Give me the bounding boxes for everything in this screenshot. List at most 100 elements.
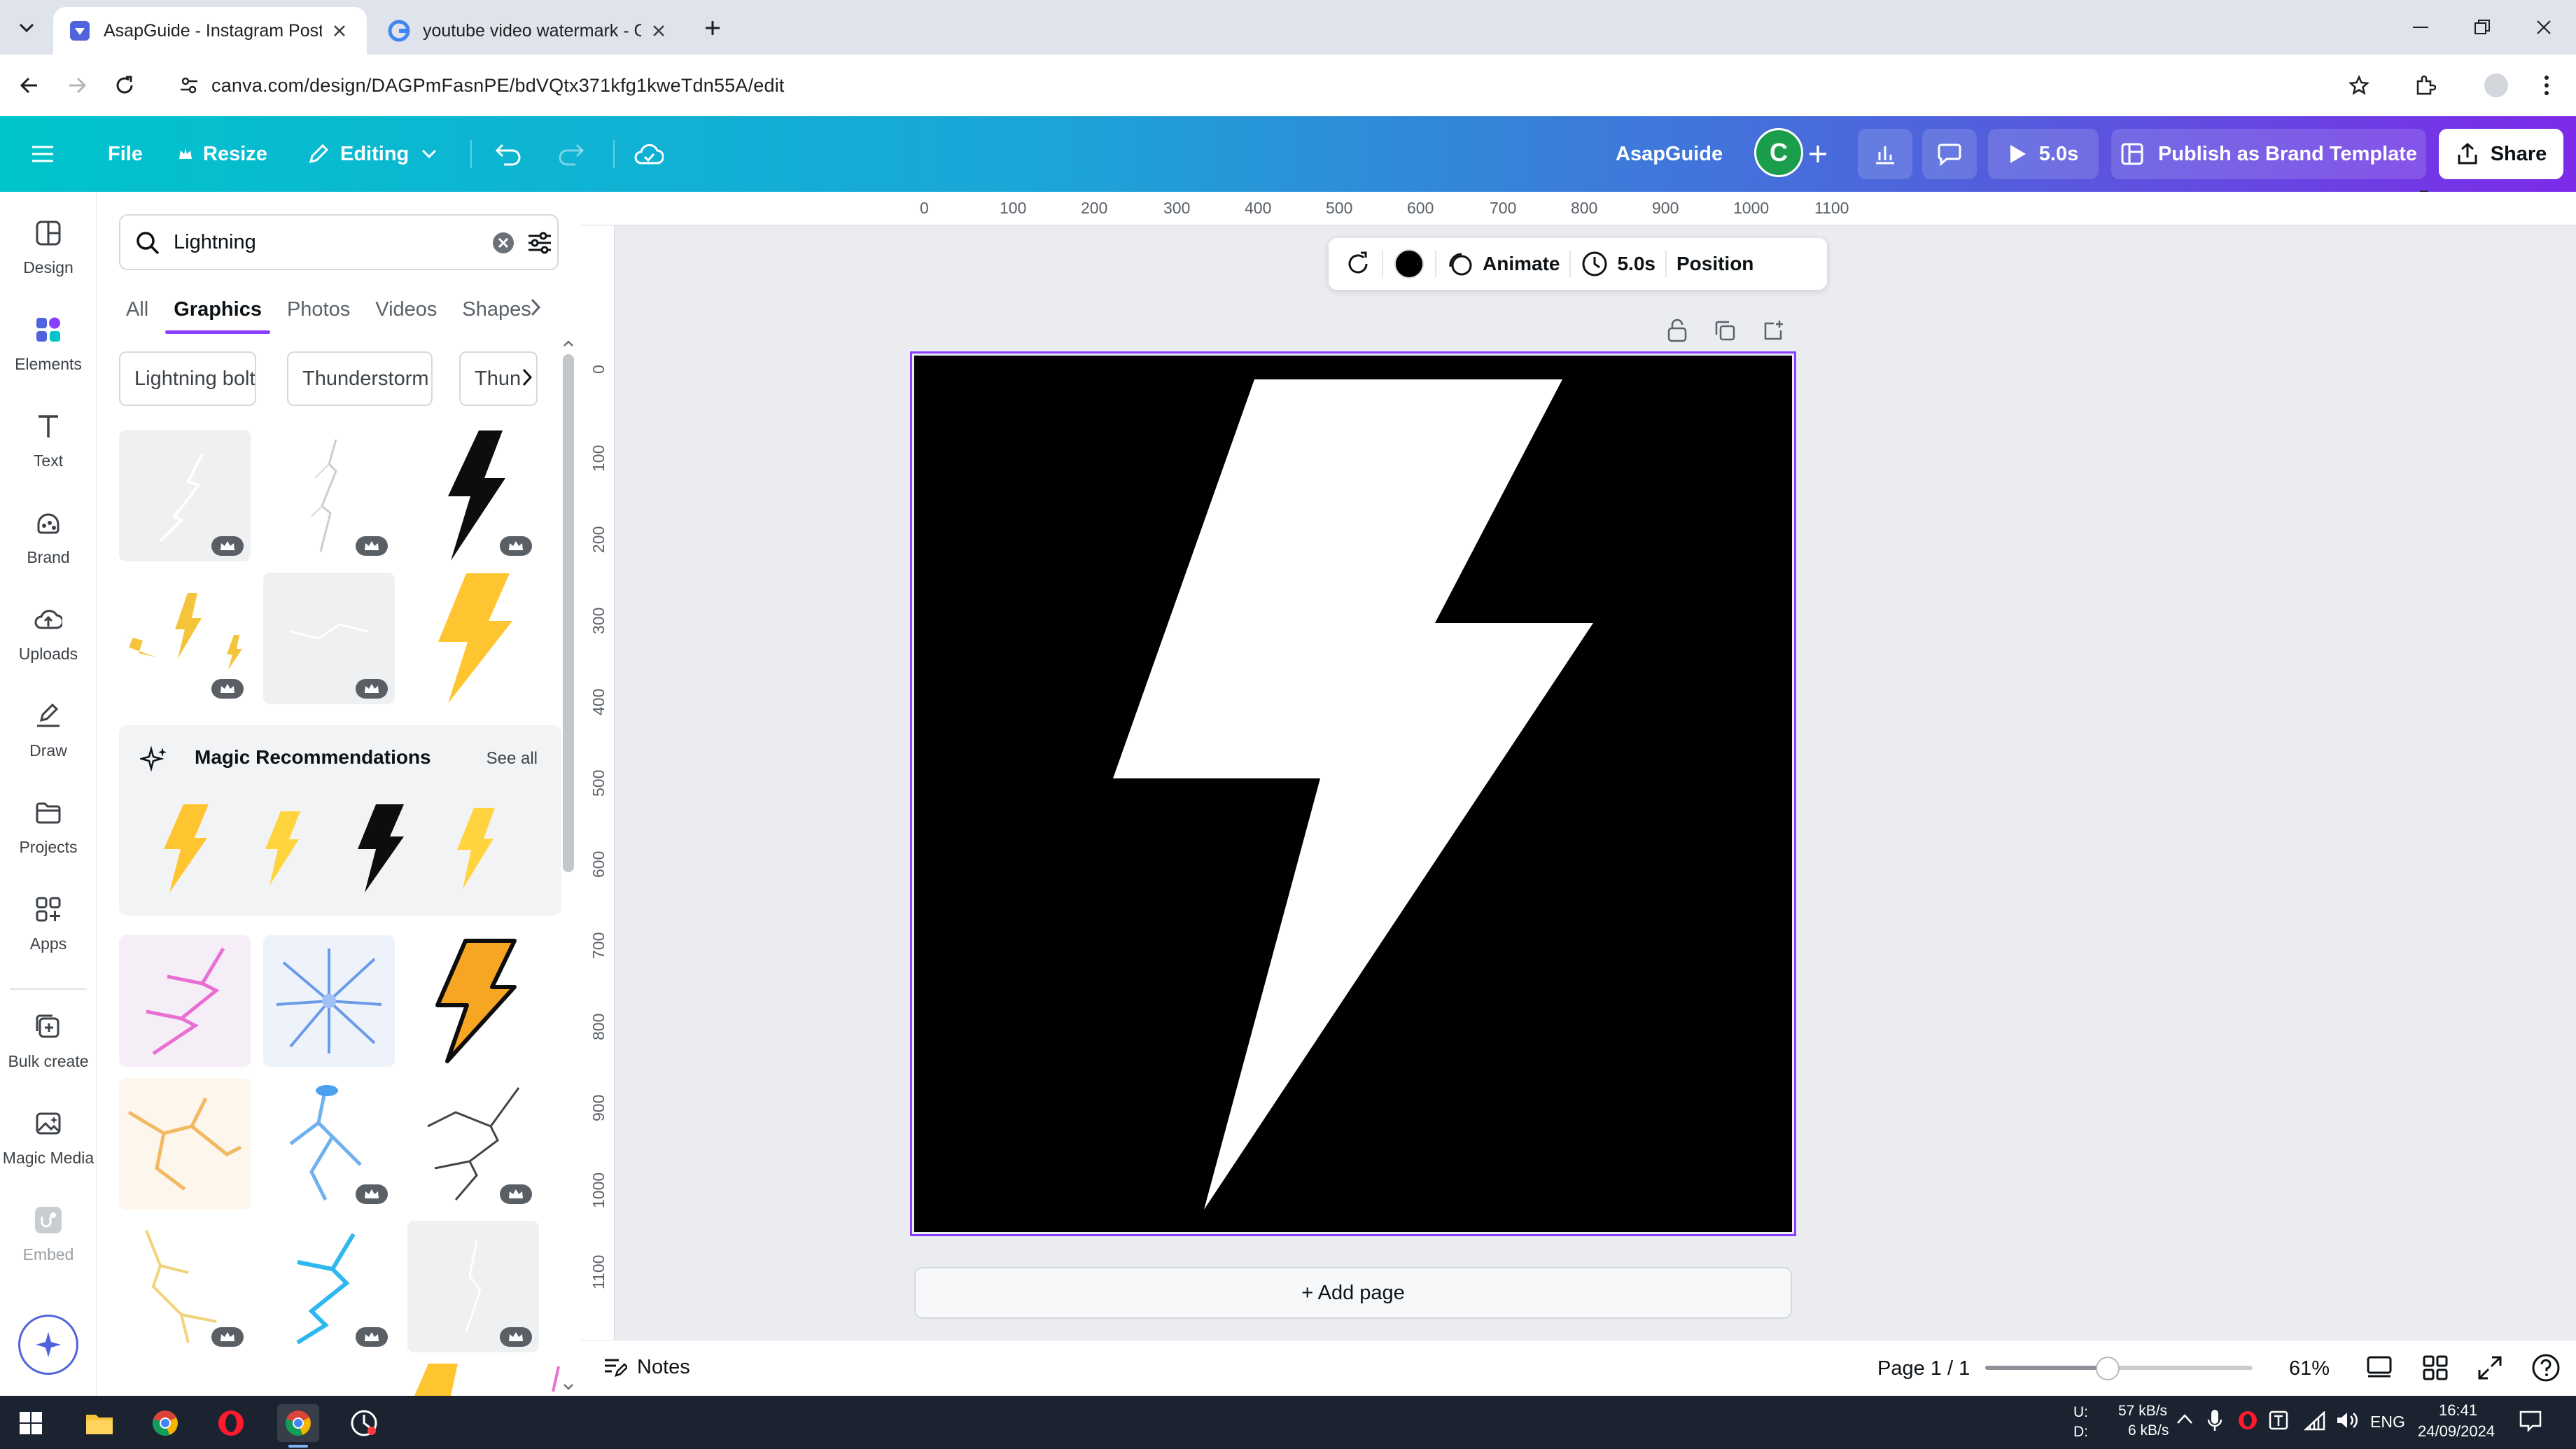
graphic-thumbnail[interactable]: [119, 430, 251, 561]
rail-item-elements[interactable]: Elements: [0, 298, 97, 388]
file-explorer-button[interactable]: [78, 1404, 120, 1442]
add-page-button[interactable]: + Add page: [914, 1267, 1792, 1319]
undo-button[interactable]: [494, 130, 532, 178]
comments-button[interactable]: [1922, 129, 1977, 179]
tab-asapguide[interactable]: AsapGuide - Instagram Post - C: [53, 7, 367, 55]
extensions-button[interactable]: [2408, 69, 2442, 102]
notification-center-icon[interactable]: [2519, 1410, 2542, 1432]
editing-mode-button[interactable]: Editing: [307, 130, 447, 178]
recommended-graphic[interactable]: [147, 799, 224, 897]
rail-item-projects[interactable]: Projects: [0, 781, 97, 871]
clear-search-icon[interactable]: [491, 231, 515, 255]
rail-item-magic-media[interactable]: Magic Media: [0, 1092, 97, 1182]
clock-time[interactable]: 16:41: [2439, 1401, 2477, 1420]
add-page-icon-button[interactable]: [1760, 316, 1788, 344]
publish-brand-template-button[interactable]: Publish as Brand Template: [2111, 129, 2426, 179]
graphic-thumbnail[interactable]: [263, 1221, 395, 1352]
chrome-active-button[interactable]: [277, 1404, 319, 1442]
lightning-bolt-graphic[interactable]: [914, 356, 1792, 1232]
language-indicator[interactable]: ENG: [2370, 1413, 2405, 1432]
tabs-scroll-right-icon[interactable]: [529, 297, 542, 318]
rail-item-design[interactable]: Design: [0, 202, 97, 291]
graphic-thumbnail[interactable]: [407, 1221, 539, 1352]
graphic-thumbnail[interactable]: [407, 430, 539, 561]
grid-view-button[interactable]: [2422, 1354, 2449, 1381]
tab-youtube-watermark[interactable]: youtube video watermark - Go: [372, 7, 686, 55]
rail-item-uploads[interactable]: Uploads: [0, 588, 97, 678]
bookmark-star-button[interactable]: [2342, 69, 2376, 102]
rail-item-apps[interactable]: Apps: [0, 878, 97, 967]
scrollbar-thumb[interactable]: [563, 354, 574, 872]
minimize-button[interactable]: [2400, 11, 2442, 43]
graphic-thumbnail[interactable]: [263, 430, 395, 561]
tab-all[interactable]: All: [126, 298, 148, 321]
notes-button[interactable]: Notes: [602, 1354, 690, 1380]
cloud-save-status[interactable]: [634, 130, 673, 178]
share-button[interactable]: Share: [2439, 129, 2563, 179]
graphic-thumbnail[interactable]: [407, 573, 539, 704]
duration-button[interactable]: 5.0s: [1581, 250, 1656, 278]
graphic-thumbnail[interactable]: [407, 1078, 539, 1210]
opera-button[interactable]: [210, 1404, 252, 1442]
site-info-icon[interactable]: [179, 76, 199, 95]
replace-element-button[interactable]: [1344, 250, 1372, 278]
close-tab-icon[interactable]: [328, 19, 351, 43]
tab-shapes[interactable]: Shapes: [462, 298, 531, 321]
panel-scrollbar[interactable]: [560, 336, 577, 1394]
resize-button[interactable]: Resize: [178, 130, 267, 178]
omnibox[interactable]: canva.com/design/DAGPmFasnPE/bdVQtx371kf…: [165, 64, 2391, 106]
search-input[interactable]: Lightning: [119, 214, 559, 270]
rail-item-embed[interactable]: Embed: [0, 1189, 97, 1278]
redo-button[interactable]: [557, 130, 595, 178]
canva-assistant-button[interactable]: [18, 1315, 78, 1375]
forward-button[interactable]: [60, 69, 94, 102]
rail-item-brand[interactable]: Brand: [0, 491, 97, 581]
suggestion-chip[interactable]: Lightning bolt: [119, 351, 256, 406]
graphic-thumbnail[interactable]: [263, 935, 395, 1067]
lock-page-button[interactable]: [1663, 316, 1691, 344]
show-hidden-icons[interactable]: [2176, 1413, 2194, 1425]
clock-date[interactable]: 24/09/2024: [2418, 1422, 2495, 1441]
graphic-thumbnail[interactable]: [119, 573, 251, 704]
close-window-button[interactable]: [2523, 11, 2565, 43]
wifi-icon[interactable]: [2303, 1411, 2327, 1431]
color-swatch-button[interactable]: [1393, 248, 1425, 280]
chips-scroll-right-icon[interactable]: [521, 367, 533, 388]
rail-item-text[interactable]: Text: [0, 395, 97, 484]
rail-item-bulk-create[interactable]: Bulk create: [0, 995, 97, 1085]
volume-icon[interactable]: [2335, 1410, 2359, 1431]
animate-button[interactable]: Animate: [1446, 250, 1560, 278]
graphic-thumbnail[interactable]: [263, 573, 395, 704]
profile-button[interactable]: [2479, 69, 2513, 102]
reload-button[interactable]: [108, 69, 141, 102]
duplicate-page-button[interactable]: [1711, 316, 1739, 344]
design-page[interactable]: [914, 356, 1792, 1232]
tab-photos[interactable]: Photos: [287, 298, 350, 321]
tab-search-button[interactable]: [11, 13, 42, 43]
graphic-thumbnail[interactable]: [407, 935, 539, 1067]
filter-icon[interactable]: [526, 230, 553, 256]
recommended-graphic[interactable]: [437, 799, 514, 897]
present-button[interactable]: 5.0s: [1988, 129, 2099, 179]
microphone-icon[interactable]: [2206, 1408, 2223, 1432]
suggestion-chip[interactable]: Thunderstorm: [287, 351, 433, 406]
chrome-button[interactable]: [144, 1404, 186, 1442]
restore-button[interactable]: [2461, 11, 2503, 43]
avatar[interactable]: C: [1754, 128, 1803, 177]
close-tab-icon[interactable]: [647, 19, 671, 43]
app-tray-icon[interactable]: [2268, 1410, 2289, 1431]
back-button[interactable]: [13, 69, 46, 102]
rail-item-draw[interactable]: Draw: [0, 685, 97, 774]
main-menu-button[interactable]: [31, 130, 64, 178]
graphic-thumbnail[interactable]: [119, 1078, 251, 1210]
help-button[interactable]: [2531, 1353, 2561, 1382]
new-tab-button[interactable]: [697, 13, 728, 43]
graphic-thumbnail[interactable]: [119, 935, 251, 1067]
recorder-button[interactable]: [343, 1404, 385, 1442]
zoom-slider-handle[interactable]: [2096, 1357, 2120, 1380]
zoom-percentage[interactable]: 61%: [2289, 1357, 2330, 1380]
graphic-thumbnail[interactable]: [263, 1078, 395, 1210]
fullscreen-button[interactable]: [2477, 1354, 2503, 1381]
tab-videos[interactable]: Videos: [375, 298, 437, 321]
opera-tray-icon[interactable]: [2237, 1410, 2258, 1431]
